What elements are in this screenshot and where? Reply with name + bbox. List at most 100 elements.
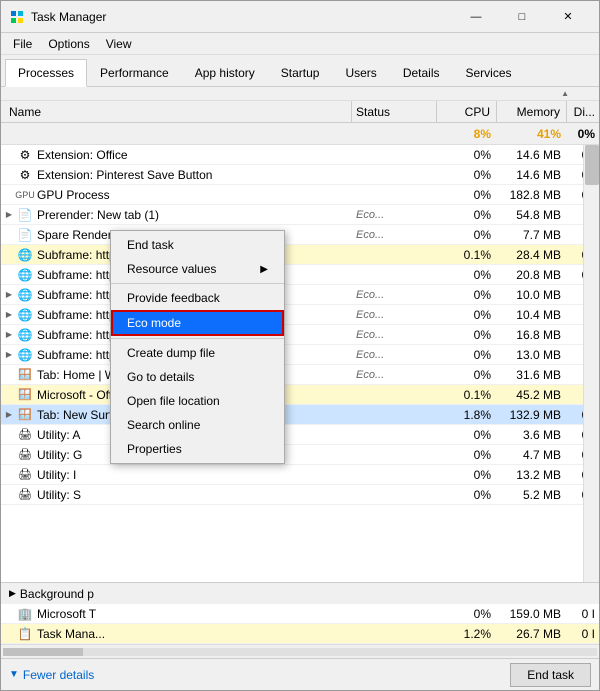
table-row[interactable]: ▶ 🌐 Subframe: https://demdex.net/ (1) Ec…	[1, 305, 599, 325]
chevron-down-icon: ▼	[9, 669, 19, 680]
fewer-details-button[interactable]: ▼ Fewer details	[9, 668, 94, 682]
tab-users[interactable]: Users	[332, 58, 389, 86]
expand-icon: ▶	[1, 350, 17, 359]
table-row[interactable]: ▶ 🌐 Subframe: https://lpsnmedia.net/ (1)…	[1, 345, 599, 365]
process-name: Extension: Pinterest Save Button	[37, 168, 352, 182]
process-name: Microsoft T	[37, 607, 352, 621]
expand-icon: ▶	[1, 210, 17, 219]
bottombar: ▼ Fewer details End task	[1, 658, 599, 690]
process-cpu: 0%	[437, 368, 497, 382]
ctx-provide-feedback[interactable]: Provide feedback	[111, 286, 284, 310]
process-name: Utility: S	[37, 488, 352, 502]
table-row[interactable]: 🖨 Utility: G 0% 4.7 MB 0 I	[1, 445, 599, 465]
table-row[interactable]: 🪟 Tab: Home | Windows Blog Eco... 0% 31.…	[1, 365, 599, 385]
horizontal-scrollbar[interactable]	[1, 644, 599, 658]
process-cpu: 0%	[437, 607, 497, 621]
process-memory: 10.4 MB	[497, 308, 567, 322]
ctx-resource-values[interactable]: Resource values ▶	[111, 257, 284, 281]
ctx-open-file-location[interactable]: Open file location	[111, 389, 284, 413]
table-row[interactable]: 🌐 Subframe: https://amazon.com/ 0.1% 28.…	[1, 245, 599, 265]
table-row[interactable]: 🖨 Utility: S 0% 5.2 MB 0 I	[1, 485, 599, 505]
process-cpu: 0%	[437, 288, 497, 302]
process-cpu: 0%	[437, 348, 497, 362]
table-row[interactable]: ▶ 🌐 Subframe: https://clicktale.net/ (1)…	[1, 285, 599, 305]
process-status: Eco...	[352, 289, 437, 301]
table-row[interactable]: 🏢 Microsoft T 0% 159.0 MB 0 I	[1, 604, 599, 624]
process-icon: 🌐	[17, 247, 33, 263]
menu-options[interactable]: Options	[40, 34, 97, 54]
table-row[interactable]: ▶ 📄 Prerender: New tab (1) Eco... 0% 54.…	[1, 205, 599, 225]
table-row[interactable]: 🖨 Utility: A 0% 3.6 MB 0 I	[1, 425, 599, 445]
process-status: Eco...	[352, 349, 437, 361]
table-row[interactable]: 🖨 Utility: I 0% 13.2 MB 0 I	[1, 465, 599, 485]
tab-app-history[interactable]: App history	[182, 58, 268, 86]
app-icon	[9, 9, 25, 25]
process-memory: 4.7 MB	[497, 448, 567, 462]
ctx-eco-mode[interactable]: Eco mode	[111, 310, 284, 336]
minimize-button[interactable]: —	[453, 1, 499, 33]
usage-memory: 41%	[497, 127, 567, 141]
ctx-end-task[interactable]: End task	[111, 233, 284, 257]
col-header-status[interactable]: Status	[352, 101, 437, 122]
table-row[interactable]: 🌐 Subframe: https://amazonbrowser... 0% …	[1, 265, 599, 285]
table-row[interactable]: ⚙ Extension: Office 0% 14.6 MB 0 I	[1, 145, 599, 165]
ctx-create-dump[interactable]: Create dump file	[111, 341, 284, 365]
tab-details[interactable]: Details	[390, 58, 453, 86]
titlebar: Task Manager — □ ✕	[1, 1, 599, 33]
process-disk: 0 I	[567, 607, 599, 621]
process-list: ⚙ Extension: Office 0% 14.6 MB 0 I ⚙ Ext…	[1, 145, 599, 582]
maximize-button[interactable]: □	[499, 1, 545, 33]
ctx-go-to-details[interactable]: Go to details	[111, 365, 284, 389]
col-header-cpu[interactable]: CPU	[437, 101, 497, 122]
table-row[interactable]: GPU GPU Process 0% 182.8 MB 0 I	[1, 185, 599, 205]
process-icon: ⚙	[17, 167, 33, 183]
tabbar: Processes Performance App history Startu…	[1, 55, 599, 87]
usage-row: 8% 41% 0%	[1, 123, 599, 145]
close-button[interactable]: ✕	[545, 1, 591, 33]
tab-startup[interactable]: Startup	[268, 58, 333, 86]
expand-icon: ▶	[1, 410, 17, 419]
table-row[interactable]: ▶ 🪟 Tab: New Surface Laptop 4: Ultra T..…	[1, 405, 599, 425]
process-memory: 14.6 MB	[497, 168, 567, 182]
process-cpu: 0%	[437, 208, 497, 222]
scrollbar-thumb[interactable]	[585, 145, 599, 185]
process-memory: 5.2 MB	[497, 488, 567, 502]
context-menu: End task Resource values ▶ Provide feedb…	[110, 230, 285, 464]
menu-file[interactable]: File	[5, 34, 40, 54]
col-header-name[interactable]: Name	[1, 101, 352, 122]
table-row[interactable]: ▶ 🌐 Subframe: https://liveperson.net/ (1…	[1, 325, 599, 345]
table-row[interactable]: 📋 Task Mana... 1.2% 26.7 MB 0 I	[1, 624, 599, 644]
background-section: ▶ Background p	[1, 582, 599, 604]
sort-arrow-row: ▲	[1, 87, 599, 101]
process-name: Extension: Office	[37, 148, 352, 162]
sort-arrow-icon: ▲	[561, 89, 569, 98]
ctx-properties[interactable]: Properties	[111, 437, 284, 461]
process-icon: 🖨	[17, 427, 33, 443]
process-status: Eco...	[352, 229, 437, 241]
process-status: Eco...	[352, 369, 437, 381]
table-row[interactable]: 🪟 Microsoft - Official Home Pag... 0.1% …	[1, 385, 599, 405]
process-status: Eco...	[352, 329, 437, 341]
process-memory: 45.2 MB	[497, 388, 567, 402]
usage-cpu: 8%	[437, 127, 497, 141]
table-row[interactable]: 📄 Spare Renderer Eco... 0% 7.7 MB 0	[1, 225, 599, 245]
expand-icon: ▶	[1, 330, 17, 339]
tab-services[interactable]: Services	[453, 58, 525, 86]
expand-icon: ▶	[1, 310, 17, 319]
end-task-button[interactable]: End task	[510, 663, 591, 687]
process-icon: 📄	[17, 207, 33, 223]
process-icon: 🌐	[17, 267, 33, 283]
col-header-memory[interactable]: Memory	[497, 101, 567, 122]
process-memory: 7.7 MB	[497, 228, 567, 242]
tab-processes[interactable]: Processes	[5, 59, 87, 87]
process-cpu: 0%	[437, 168, 497, 182]
h-scroll-thumb[interactable]	[3, 648, 83, 656]
menu-view[interactable]: View	[98, 34, 140, 54]
tab-performance[interactable]: Performance	[87, 58, 182, 86]
scrollbar-track[interactable]	[583, 145, 599, 582]
ctx-search-online[interactable]: Search online	[111, 413, 284, 437]
table-row[interactable]: ⚙ Extension: Pinterest Save Button 0% 14…	[1, 165, 599, 185]
col-header-disk[interactable]: Di...	[567, 101, 599, 122]
process-name: Task Mana...	[37, 627, 352, 641]
process-memory: 13.2 MB	[497, 468, 567, 482]
